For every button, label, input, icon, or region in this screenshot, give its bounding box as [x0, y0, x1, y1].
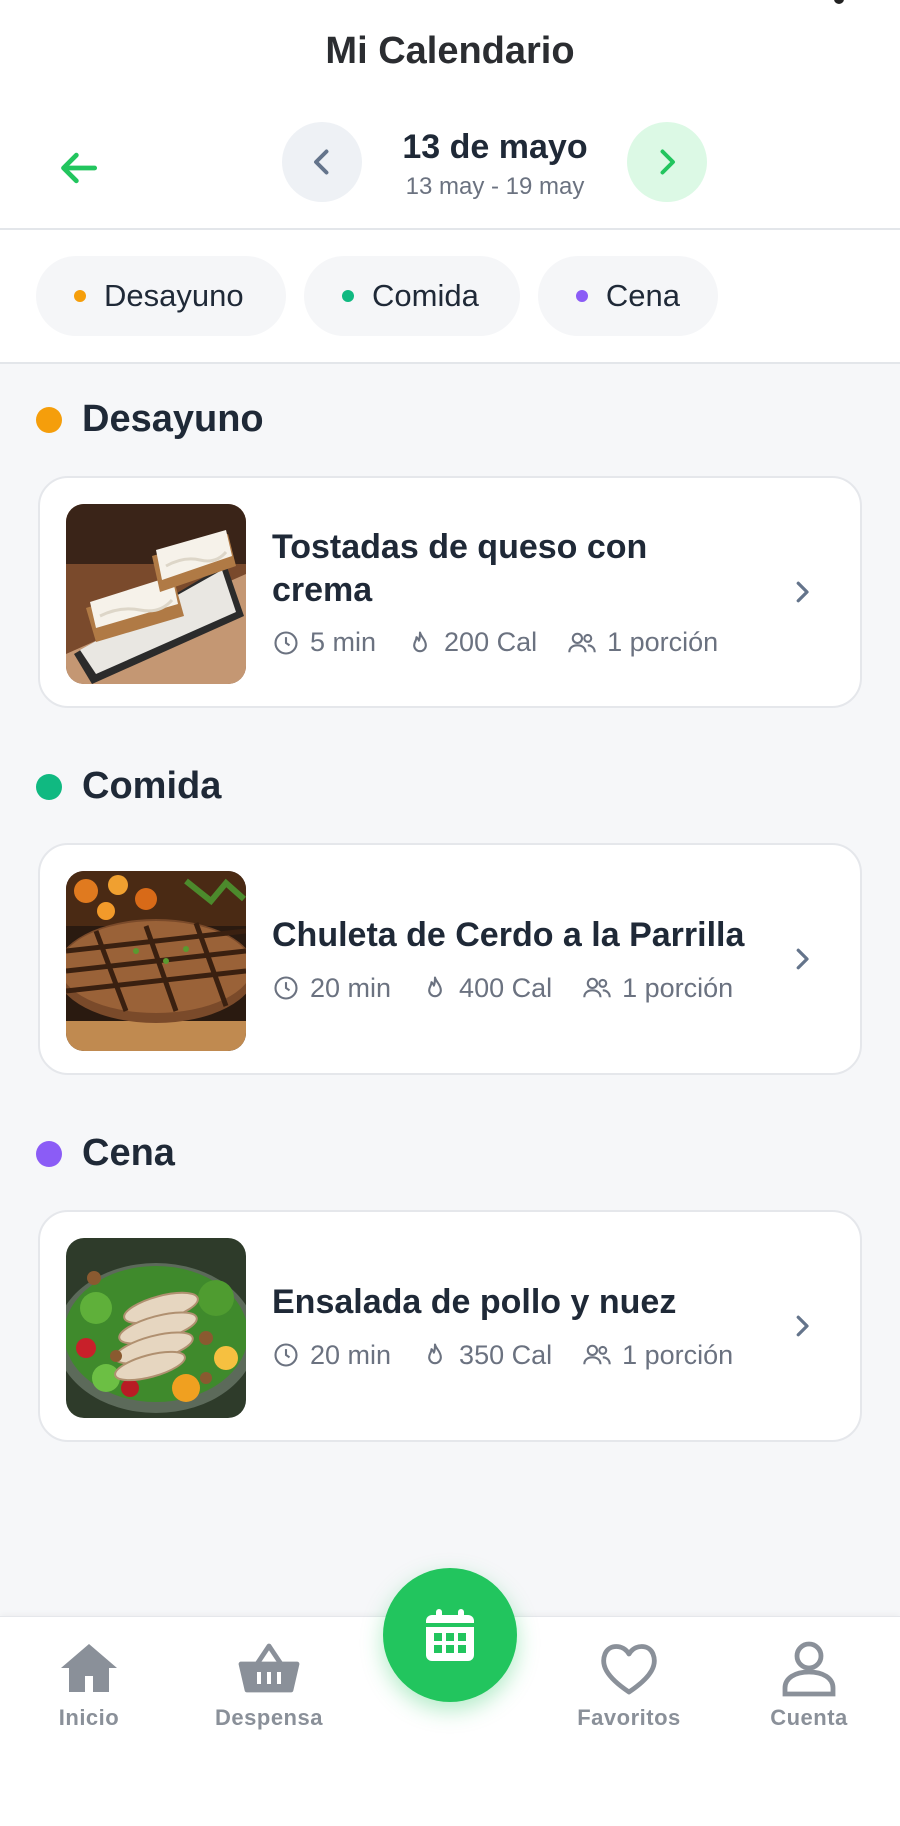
nav-label: Cuenta [770, 1705, 848, 1730]
chip-dot [576, 290, 588, 302]
calendar-icon [426, 1609, 474, 1661]
chevron-right-icon [796, 948, 809, 970]
section-title: Desayuno [82, 398, 264, 440]
week-range: 13 may - 19 may [405, 173, 585, 200]
recipe-meta: 5 min 200 Cal 1 porción [272, 627, 750, 658]
recipe-servings: 1 porción [567, 627, 718, 658]
chevron-right-icon [796, 581, 809, 603]
recipe-calories: 350 Cal [421, 1340, 552, 1371]
chip-label: Comida [372, 278, 479, 313]
flame-icon [428, 976, 442, 998]
basket-icon [238, 1643, 300, 1693]
section-header-desayuno: Desayuno [36, 398, 264, 441]
nav-label: Favoritos [577, 1705, 681, 1730]
recipe-card-comida[interactable]: Chuleta de Cerdo a la Parrilla 20 min 40… [38, 843, 862, 1075]
arrow-left-icon [61, 152, 98, 184]
recipe-calories: 400 Cal [421, 973, 552, 1004]
recipe-time: 20 min [272, 973, 391, 1004]
week-label: 13 de mayo 13 may - 19 may [360, 128, 630, 201]
section-title: Comida [82, 765, 222, 807]
open-recipe-chevron[interactable] [780, 1304, 824, 1348]
calories-value: 350 Cal [459, 1339, 553, 1370]
page-title: Mi Calendario [325, 30, 575, 72]
chip-dot [74, 290, 86, 302]
time-value: 5 min [310, 627, 377, 657]
chevron-right-icon [796, 1315, 809, 1337]
app-header: Mi Calendario [0, 0, 900, 101]
clock-icon [274, 630, 298, 655]
home-icon [61, 1644, 117, 1692]
recipe-title: Chuleta de Cerdo a la Parrilla [272, 916, 745, 955]
recipe-meta: 20 min 400 Cal 1 porción [272, 973, 750, 1004]
recipe-calories: 200 Cal [406, 627, 537, 658]
section-title: Cena [82, 1132, 175, 1174]
user-icon [782, 1641, 836, 1697]
recipe-card-cena[interactable]: Ensalada de pollo y nuez 20 min 350 Cal … [38, 1210, 862, 1442]
chip-label: Desayuno [104, 278, 244, 313]
chip-dot [342, 290, 354, 302]
recipe-title: Tostadas de queso con crema [272, 528, 648, 609]
nav-item-favoritos[interactable]: Favoritos [554, 1639, 704, 1731]
recipe-card-desayuno[interactable]: Tostadas de queso con crema 5 min 200 Ca… [38, 476, 862, 708]
section-header-cena: Cena [36, 1132, 175, 1175]
recipe-image [66, 871, 246, 1051]
selected-date: 13 de mayo [402, 128, 588, 166]
calories-value: 400 Cal [459, 972, 553, 1003]
recipe-info: Tostadas de queso con crema 5 min 200 Ca… [272, 478, 750, 706]
section-dot [36, 406, 62, 433]
recipe-info: Ensalada de pollo y nuez 20 min 350 Cal … [272, 1212, 750, 1440]
nav-item-cuenta[interactable]: Cuenta [734, 1639, 884, 1731]
time-value: 20 min [310, 1339, 392, 1370]
calendar-fab-button[interactable] [383, 1568, 517, 1702]
previous-week-button[interactable] [282, 122, 362, 202]
chevron-right-icon [660, 149, 675, 175]
calories-value: 200 Cal [444, 627, 538, 657]
status-indicator [834, 0, 844, 4]
chevron-left-icon [314, 149, 329, 175]
section-dot [36, 1140, 62, 1167]
open-recipe-chevron[interactable] [780, 570, 824, 614]
flame-icon [428, 1343, 442, 1365]
back-button[interactable] [52, 140, 108, 196]
filter-chip-desayuno[interactable]: Desayuno [36, 256, 286, 336]
users-icon [568, 632, 596, 652]
users-icon [583, 1344, 611, 1365]
week-selector: 13 de mayo 13 may - 19 may [0, 100, 900, 230]
servings-value: 1 porción [622, 1339, 734, 1370]
recipe-info: Chuleta de Cerdo a la Parrilla 20 min 40… [272, 845, 750, 1073]
nav-label: Despensa [215, 1705, 323, 1730]
recipe-time: 5 min [272, 627, 376, 658]
filter-chip-cena[interactable]: Cena [538, 256, 718, 336]
recipe-time: 20 min [272, 1340, 391, 1371]
recipe-servings: 1 porción [582, 973, 733, 1004]
servings-value: 1 porción [622, 972, 734, 1003]
heart-icon [601, 1644, 657, 1695]
open-recipe-chevron[interactable] [780, 937, 824, 981]
section-dot [36, 773, 62, 800]
nav-item-despensa[interactable]: Despensa [194, 1639, 344, 1731]
recipe-servings: 1 porción [582, 1340, 733, 1371]
clock-icon [274, 976, 298, 1000]
recipe-image [66, 1238, 246, 1418]
meal-filter-bar: Desayuno Comida Cena [0, 230, 900, 364]
servings-value: 1 porción [607, 627, 719, 657]
recipe-image [66, 504, 246, 684]
flame-icon [413, 630, 427, 652]
filter-chip-comida[interactable]: Comida [304, 256, 520, 336]
recipe-meta: 20 min 350 Cal 1 porción [272, 1340, 750, 1371]
section-header-comida: Comida [36, 765, 221, 808]
clock-icon [274, 1343, 298, 1367]
time-value: 20 min [310, 972, 392, 1003]
users-icon [583, 977, 611, 998]
next-week-button[interactable] [627, 122, 707, 202]
chip-label: Cena [605, 278, 680, 313]
recipe-title: Ensalada de pollo y nuez [272, 1283, 677, 1322]
nav-label: Inicio [58, 1705, 120, 1730]
nav-item-inicio[interactable]: Inicio [14, 1639, 164, 1731]
